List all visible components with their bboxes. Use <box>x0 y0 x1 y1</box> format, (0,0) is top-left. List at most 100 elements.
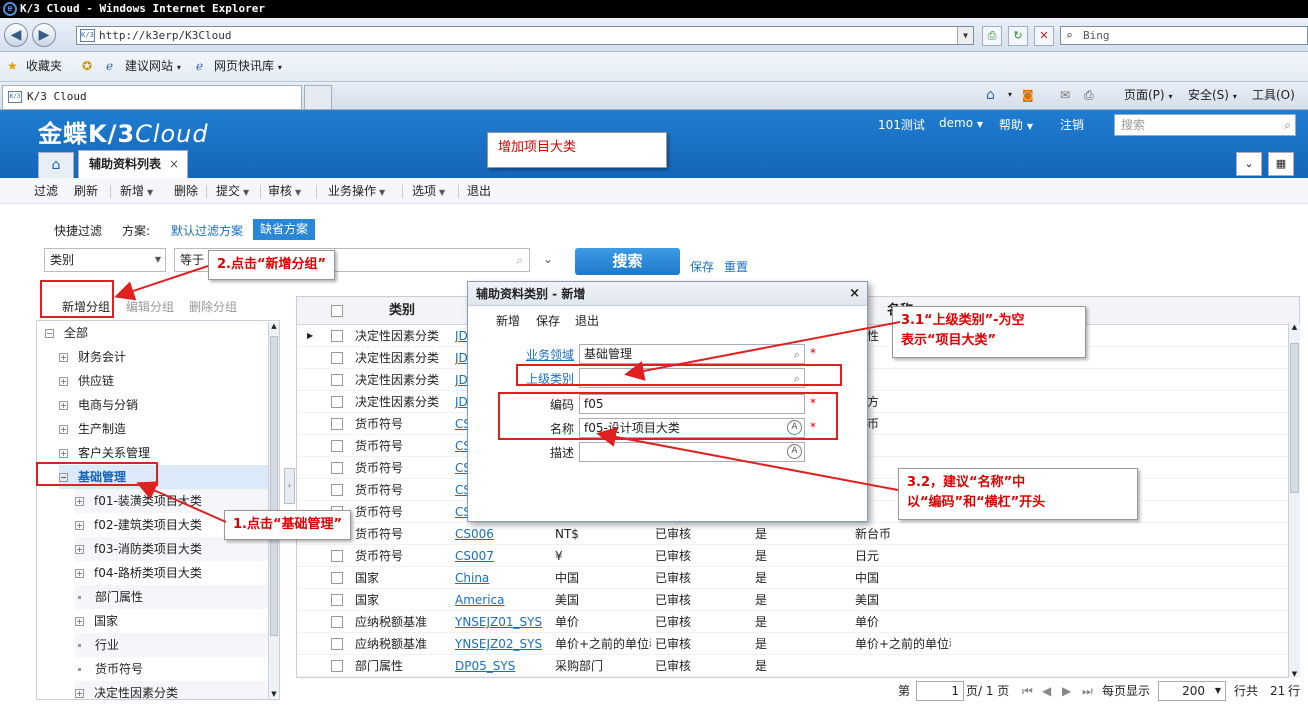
tree-node[interactable]: + 电商与分销 <box>59 393 277 417</box>
tree-node[interactable]: 行业 <box>75 633 277 657</box>
tree-node[interactable]: 部门属性 <box>75 585 277 609</box>
field-input[interactable]: A <box>579 442 805 462</box>
expand-node-icon[interactable]: + <box>75 689 84 698</box>
row-checkbox[interactable] <box>331 572 343 584</box>
expand-node-icon[interactable]: + <box>75 497 84 506</box>
refresh-button[interactable]: 刷新 <box>74 178 98 204</box>
prev-page-icon[interactable]: ◀ <box>1042 680 1051 702</box>
page-number-input[interactable]: 1 <box>916 681 964 701</box>
row-code-link[interactable]: YNSEJZ02_SYS <box>455 633 551 655</box>
search-button[interactable]: 搜索 <box>575 248 680 275</box>
mail-icon[interactable]: ✉ <box>1060 82 1070 108</box>
dialog-title-bar[interactable]: 辅助资料类别 - 新增 × <box>468 282 867 306</box>
tree-node[interactable]: − 全部 <box>45 321 277 345</box>
row-code-link[interactable]: China <box>455 567 551 589</box>
tree-node[interactable]: + 财务会计 <box>59 345 277 369</box>
leaf-dot-icon[interactable] <box>78 668 81 671</box>
table-row[interactable]: 货币符号 CS006 NT$ 已审核 是 新台币 <box>297 523 1299 545</box>
close-icon[interactable]: × <box>849 282 860 306</box>
favorites-button[interactable]: 收藏夹 <box>26 52 62 80</box>
row-checkbox[interactable] <box>331 550 343 562</box>
tools-menu[interactable]: 工具(O) <box>1252 82 1295 108</box>
tree-node[interactable]: + 决定性因素分类 <box>75 681 277 699</box>
tree-node[interactable]: + 供应链 <box>59 369 277 393</box>
audit-menu[interactable]: 审核 ▼ <box>268 178 301 206</box>
expand-node-icon[interactable]: + <box>75 521 84 530</box>
home-icon[interactable]: ⌂ <box>986 82 995 108</box>
edit-group-button[interactable]: 编辑分组 <box>126 298 174 315</box>
leaf-dot-icon[interactable] <box>78 644 81 647</box>
row-checkbox[interactable] <box>331 638 343 650</box>
expand-node-icon[interactable]: + <box>59 401 68 410</box>
dialog-new-button[interactable]: 新增 <box>496 312 520 329</box>
browser-search-box[interactable]: ⌕ Bing <box>1060 26 1308 45</box>
table-row[interactable]: 国家 America 美国 已审核 是 美国 <box>297 589 1299 611</box>
table-row[interactable]: 货币符号 CS007 ¥ 已审核 是 日元 <box>297 545 1299 567</box>
row-checkbox[interactable] <box>331 330 343 342</box>
search-icon[interactable]: ⌕ <box>1284 115 1291 135</box>
search-icon[interactable]: ⌕ <box>516 249 523 271</box>
per-page-select[interactable]: 200 ▼ <box>1158 681 1226 701</box>
org-link[interactable]: 101测试 <box>878 116 925 133</box>
exit-button[interactable]: 退出 <box>467 178 491 204</box>
print-icon[interactable]: ⎙ <box>1084 82 1094 108</box>
home-tab[interactable]: ⌂ <box>38 152 74 178</box>
delete-group-button[interactable]: 删除分组 <box>189 298 237 315</box>
row-code-link[interactable]: CS006 <box>455 523 551 545</box>
stop-icon[interactable]: ✕ <box>1034 26 1054 46</box>
back-icon[interactable]: ◀ <box>4 23 28 47</box>
expand-node-icon[interactable]: + <box>59 449 68 458</box>
filter-field-select[interactable]: 类别 ▼ <box>44 248 166 272</box>
row-code-link[interactable]: CS007 <box>455 545 551 567</box>
page-menu[interactable]: 页面(P) ▾ <box>1124 82 1172 110</box>
row-checkbox[interactable] <box>331 396 343 408</box>
default-scheme-link[interactable]: 默认过滤方案 <box>171 222 243 239</box>
close-tab-icon[interactable]: × <box>169 151 179 177</box>
table-row[interactable]: 应纳税额基准 YNSEJZ01_SYS 单价 已审核 是 单价 <box>297 611 1299 633</box>
expand-node-icon[interactable]: + <box>59 353 68 362</box>
dialog-exit-button[interactable]: 退出 <box>575 312 599 329</box>
grid-view-icon[interactable]: ▦ <box>1268 152 1294 176</box>
add-favorite-icon[interactable]: ✪ <box>82 52 92 80</box>
field-label[interactable]: 业务领域 <box>494 346 574 363</box>
delete-button[interactable]: 删除 <box>174 178 198 204</box>
compat-view-icon[interactable]: ⎙ <box>982 26 1002 46</box>
table-row[interactable]: 国家 China 中国 已审核 是 中国 <box>297 567 1299 589</box>
scroll-up-icon[interactable]: ▲ <box>1289 323 1300 331</box>
col-header-category[interactable]: 类别 <box>389 297 415 325</box>
scroll-down-icon[interactable]: ▼ <box>1289 670 1300 678</box>
table-row[interactable]: 应纳税额基准 YNSEJZ02_SYS 单价+之前的单位税 已审核是单价+之前的单位税 <box>297 633 1299 655</box>
tree-node[interactable]: + 国家 <box>75 609 277 633</box>
missing-scheme-button[interactable]: 缺省方案 <box>253 219 315 240</box>
app-search-input[interactable]: 搜索 ⌕ <box>1114 114 1296 136</box>
tree-node[interactable]: + 生产制造 <box>59 417 277 441</box>
tree-node[interactable]: + f03-消防类项目大类 <box>75 537 277 561</box>
row-checkbox[interactable] <box>331 440 343 452</box>
grid-scroll-thumb[interactable] <box>1290 343 1299 493</box>
logout-link[interactable]: 注销 <box>1060 116 1084 133</box>
address-dropdown-icon[interactable]: ▼ <box>957 27 973 44</box>
row-code-link[interactable]: YNSEJZ01_SYS <box>455 611 551 633</box>
filter-button[interactable]: 过滤 <box>34 178 58 204</box>
expand-node-icon[interactable]: + <box>75 617 84 626</box>
submit-menu[interactable]: 提交 ▼ <box>216 178 249 206</box>
row-checkbox[interactable] <box>331 352 343 364</box>
row-checkbox[interactable] <box>331 484 343 496</box>
table-row[interactable]: 部门属性 DP05_SYS 采购部门 已审核 是 <box>297 655 1299 677</box>
row-checkbox[interactable] <box>331 418 343 430</box>
row-code-link[interactable]: America <box>455 589 551 611</box>
options-menu[interactable]: 选项 ▼ <box>412 178 445 206</box>
expand-node-icon[interactable]: + <box>75 569 84 578</box>
refresh-icon[interactable]: ↻ <box>1008 26 1028 46</box>
business-ops-menu[interactable]: 业务操作 ▼ <box>328 178 385 206</box>
field-input[interactable]: 基础管理 ⌕ <box>579 344 805 364</box>
expand-node-icon[interactable]: + <box>75 545 84 554</box>
suggested-sites-link[interactable]: 建议网站 ▾ <box>125 52 181 82</box>
browser-tab[interactable]: K/3 K/3 Cloud <box>2 85 302 109</box>
rss-icon[interactable]: ◙ <box>1022 82 1034 108</box>
address-bar[interactable]: K/3 http://k3erp/K3Cloud ▼ <box>76 26 974 45</box>
row-checkbox[interactable] <box>331 374 343 386</box>
user-menu[interactable]: demo ▼ <box>939 116 983 130</box>
forward-icon[interactable]: ▶ <box>32 23 56 47</box>
new-tab-button[interactable] <box>304 85 332 109</box>
